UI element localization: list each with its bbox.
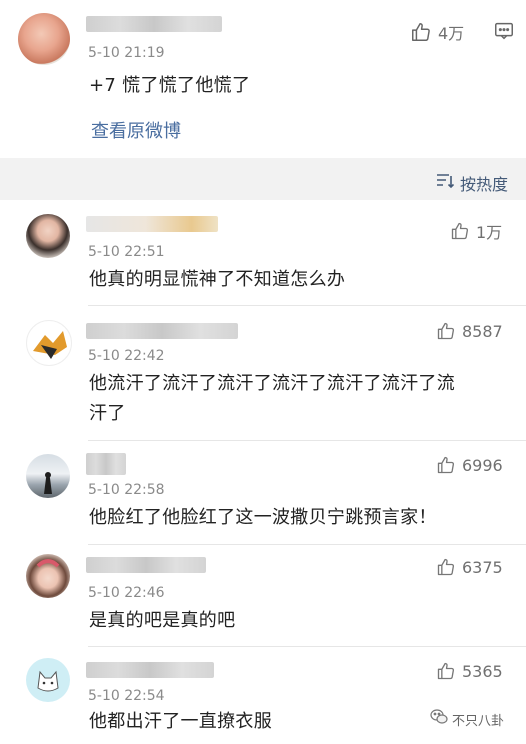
wechat-icon [430, 709, 448, 729]
avatar[interactable] [18, 13, 70, 65]
sort-label: 按热度 [460, 175, 509, 194]
watermark: 不只八卦 [430, 709, 504, 729]
avatar[interactable] [26, 214, 70, 258]
reply-time: 5-10 22:54 [88, 688, 165, 704]
avatar[interactable] [26, 658, 70, 702]
like-count: 6996 [462, 455, 503, 475]
username[interactable] [86, 662, 214, 678]
sort-icon [436, 173, 455, 193]
comment-icon[interactable] [493, 20, 515, 46]
username[interactable] [86, 453, 126, 475]
thumbs-up-icon [410, 21, 432, 43]
reply-text: 他脸红了他脸红了这一波撒贝宁跳预言家！ [89, 507, 437, 528]
reply-text-continued: 汗了 [89, 403, 126, 424]
sort-button[interactable]: 按热度 [436, 171, 508, 195]
like-button[interactable]: 5365 [436, 661, 503, 681]
like-count: 8587 [462, 321, 503, 341]
like-button[interactable]: 1万 [450, 219, 502, 243]
like-button[interactable]: 8587 [436, 321, 503, 341]
reply-time: 5-10 22:58 [88, 482, 165, 498]
divider [88, 544, 526, 545]
like-button[interactable]: 6375 [436, 557, 503, 577]
avatar[interactable] [26, 320, 72, 366]
like-count: 5365 [462, 661, 503, 681]
reply-time: 5-10 22:46 [88, 585, 165, 601]
thumbs-up-icon [450, 221, 470, 241]
thumbs-up-icon [436, 661, 456, 681]
username[interactable] [86, 557, 206, 573]
watermark-label: 不只八卦 [452, 713, 505, 729]
username[interactable] [86, 323, 238, 339]
like-count: 6375 [462, 557, 503, 577]
reply-text: 他流汗了流汗了流汗了流汗了流汗了流汗了流 [89, 373, 455, 394]
view-original-link[interactable]: 查看原微博 [91, 117, 181, 143]
reply-text: 是真的吧是真的吧 [89, 610, 236, 631]
username[interactable] [86, 16, 222, 32]
avatar[interactable] [26, 454, 70, 498]
reply-time: 5-10 22:51 [88, 244, 165, 260]
reply-text: 他真的明显慌神了不知道怎么办 [89, 269, 346, 290]
username[interactable] [86, 216, 218, 232]
divider [88, 440, 526, 441]
comment-text: +7 慌了慌了他慌了 [89, 75, 251, 96]
reply-time: 5-10 22:42 [88, 348, 165, 364]
divider [88, 646, 526, 647]
comment-time: 5-10 21:19 [88, 45, 165, 61]
main-comment: 5-10 21:19 +7 慌了慌了他慌了 查看原微博 4万 [0, 0, 526, 158]
like-count: 1万 [476, 223, 503, 242]
thumbs-up-icon [436, 455, 456, 475]
like-count: 4万 [438, 24, 465, 43]
thumbs-up-icon [436, 557, 456, 577]
like-button[interactable]: 4万 [410, 20, 464, 44]
reply-text: 他都出汗了一直撩衣服 [89, 711, 272, 732]
divider [88, 305, 526, 306]
avatar[interactable] [26, 554, 70, 598]
thumbs-up-icon [436, 321, 456, 341]
like-button[interactable]: 6996 [436, 455, 503, 475]
reply-list: 5-10 22:51 他真的明显慌神了不知道怎么办 1万 5-10 22:42 … [0, 200, 526, 744]
